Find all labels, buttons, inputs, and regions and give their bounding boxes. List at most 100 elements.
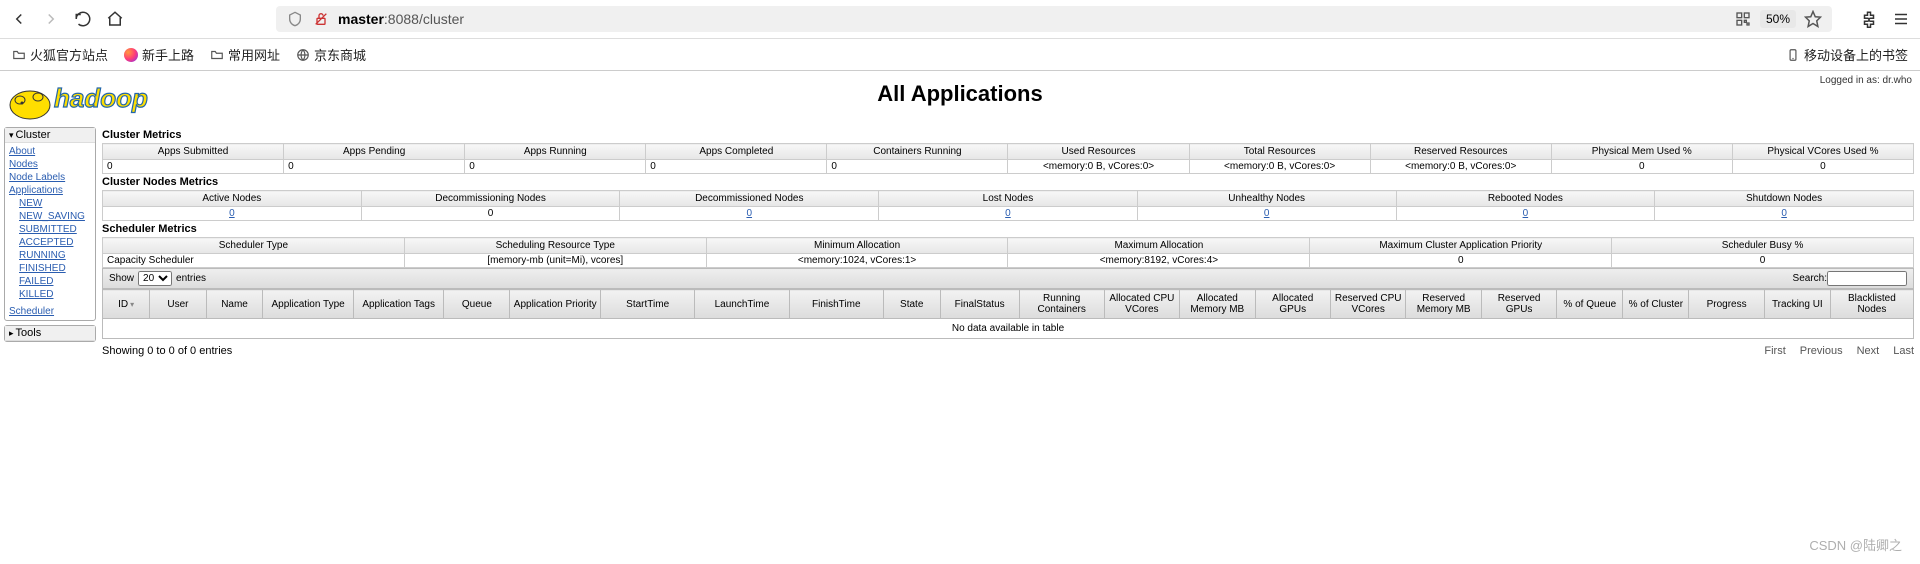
cluster-metrics-title: Cluster Metrics [102, 129, 1914, 141]
th-used-resources: Used Resources [1008, 144, 1189, 160]
lock-slash-icon[interactable] [312, 10, 330, 28]
link[interactable]: 0 [1005, 208, 1011, 219]
svg-text:hadoop: hadoop [54, 83, 148, 113]
th-pct-queue[interactable]: % of Queue [1557, 290, 1623, 319]
th-alloc-cpu[interactable]: Allocated CPU VCores [1104, 290, 1179, 319]
sidebar-link-node-labels[interactable]: Node Labels [9, 171, 91, 184]
sidebar-cluster-header[interactable]: ▾Cluster [5, 128, 95, 143]
th: Unhealthy Nodes [1137, 191, 1396, 207]
th-user[interactable]: User [150, 290, 207, 319]
cell: 0 [465, 160, 646, 174]
th-progress[interactable]: Progress [1689, 290, 1764, 319]
home-icon[interactable] [106, 10, 124, 28]
bookmark-item[interactable]: 京东商城 [296, 45, 366, 64]
sidebar-link-applications[interactable]: Applications [9, 184, 91, 197]
th-id[interactable]: ID▾ [103, 290, 150, 319]
th-run-containers[interactable]: Running Containers [1019, 290, 1104, 319]
bookmark-item[interactable]: 火狐官方站点 [12, 45, 108, 64]
table-footer: Showing 0 to 0 of 0 entries First Previo… [102, 345, 1914, 357]
address-bar[interactable]: master:8088/cluster 50% [276, 6, 1832, 32]
star-icon[interactable] [1804, 10, 1822, 28]
th-total-resources: Total Resources [1189, 144, 1370, 160]
sidebar-link-scheduler[interactable]: Scheduler [9, 305, 91, 318]
th-res-gpu[interactable]: Reserved GPUs [1481, 290, 1556, 319]
sidebar-link-running[interactable]: RUNNING [19, 249, 91, 262]
page-header: hadoop All Applications Logged in as: dr… [0, 71, 1920, 125]
cell: <memory:8192, vCores:4> [1008, 254, 1310, 268]
shield-icon[interactable] [286, 10, 304, 28]
menu-icon[interactable] [1892, 10, 1910, 28]
table-info: Showing 0 to 0 of 0 entries [102, 345, 232, 357]
sidebar-link-new[interactable]: NEW [19, 197, 91, 210]
sidebar-link-submitted[interactable]: SUBMITTED [19, 223, 91, 236]
link[interactable]: 0 [1523, 208, 1529, 219]
th-finish[interactable]: FinishTime [789, 290, 883, 319]
qr-icon[interactable] [1734, 10, 1752, 28]
link[interactable]: 0 [1781, 208, 1787, 219]
watermark: CSDN @陆卿之 [1809, 535, 1902, 554]
cell: 0 [646, 160, 827, 174]
link[interactable]: 0 [1264, 208, 1270, 219]
cell: 0 [827, 160, 1008, 174]
reload-icon[interactable] [74, 10, 92, 28]
th-res-mem[interactable]: Reserved Memory MB [1406, 290, 1481, 319]
extensions-icon[interactable] [1860, 10, 1878, 28]
search-input[interactable] [1827, 271, 1907, 286]
th-alloc-gpu[interactable]: Allocated GPUs [1255, 290, 1330, 319]
sidebar-link-accepted[interactable]: ACCEPTED [19, 236, 91, 249]
sidebar: ▾Cluster About Nodes Node Labels Applica… [0, 125, 100, 359]
th: Lost Nodes [879, 191, 1138, 207]
th: Decommissioned Nodes [620, 191, 879, 207]
cell: 0 [1396, 207, 1655, 221]
th-apps-pending: Apps Pending [284, 144, 465, 160]
cell: 0 [103, 207, 362, 221]
back-icon[interactable] [10, 10, 28, 28]
page-prev[interactable]: Previous [1800, 345, 1843, 357]
th-app-type[interactable]: Application Type [263, 290, 354, 319]
nodes-metrics-table: Active Nodes Decommissioning Nodes Decom… [102, 190, 1914, 221]
pager: First Previous Next Last [1764, 345, 1914, 357]
page-first[interactable]: First [1764, 345, 1785, 357]
applications-table: ID▾ User Name Application Type Applicati… [102, 289, 1914, 339]
bookmark-item[interactable]: 新手上路 [124, 45, 194, 64]
forward-icon[interactable] [42, 10, 60, 28]
th-state[interactable]: State [883, 290, 940, 319]
th-launch[interactable]: LaunchTime [695, 290, 789, 319]
sidebar-link-failed[interactable]: FAILED [19, 275, 91, 288]
url-text: master:8088/cluster [338, 11, 1726, 27]
th-final[interactable]: FinalStatus [940, 290, 1019, 319]
th-alloc-mem[interactable]: Allocated Memory MB [1180, 290, 1255, 319]
page-size-select[interactable]: 20 [138, 271, 172, 286]
nodes-metrics-title: Cluster Nodes Metrics [102, 176, 1914, 188]
bookmark-item[interactable]: 常用网址 [210, 45, 280, 64]
th-pct-cluster[interactable]: % of Cluster [1623, 290, 1689, 319]
cell: 0 [361, 207, 620, 221]
th-start[interactable]: StartTime [600, 290, 694, 319]
sidebar-link-finished[interactable]: FINISHED [19, 262, 91, 275]
th-phys-mem: Physical Mem Used % [1551, 144, 1732, 160]
sidebar-link-nodes[interactable]: Nodes [9, 158, 91, 171]
sidebar-link-new-saving[interactable]: NEW_SAVING [19, 210, 91, 223]
page-next[interactable]: Next [1857, 345, 1880, 357]
scheduler-metrics-title: Scheduler Metrics [102, 223, 1914, 235]
table-row: 0 0 0 0 0 0 0 [103, 207, 1914, 221]
sidebar-panel-cluster: ▾Cluster About Nodes Node Labels Applica… [4, 127, 96, 321]
link[interactable]: 0 [229, 208, 235, 219]
sidebar-tools-header[interactable]: ▸Tools [5, 326, 95, 341]
th-blacklist[interactable]: Blacklisted Nodes [1830, 290, 1913, 319]
th-name[interactable]: Name [206, 290, 263, 319]
th-queue[interactable]: Queue [444, 290, 510, 319]
th-tracking[interactable]: Tracking UI [1764, 290, 1830, 319]
login-status: Logged in as: dr.who [1820, 75, 1912, 86]
sidebar-link-killed[interactable]: KILLED [19, 288, 91, 301]
th-apps-completed: Apps Completed [646, 144, 827, 160]
browser-toolbar: master:8088/cluster 50% [0, 0, 1920, 39]
th-priority[interactable]: Application Priority [510, 290, 601, 319]
link[interactable]: 0 [746, 208, 752, 219]
mobile-bookmarks[interactable]: 移动设备上的书签 [1786, 45, 1908, 64]
zoom-level[interactable]: 50% [1760, 10, 1796, 28]
page-last[interactable]: Last [1893, 345, 1914, 357]
th-app-tags[interactable]: Application Tags [353, 290, 444, 319]
sidebar-link-about[interactable]: About [9, 145, 91, 158]
th-res-cpu[interactable]: Reserved CPU VCores [1330, 290, 1405, 319]
